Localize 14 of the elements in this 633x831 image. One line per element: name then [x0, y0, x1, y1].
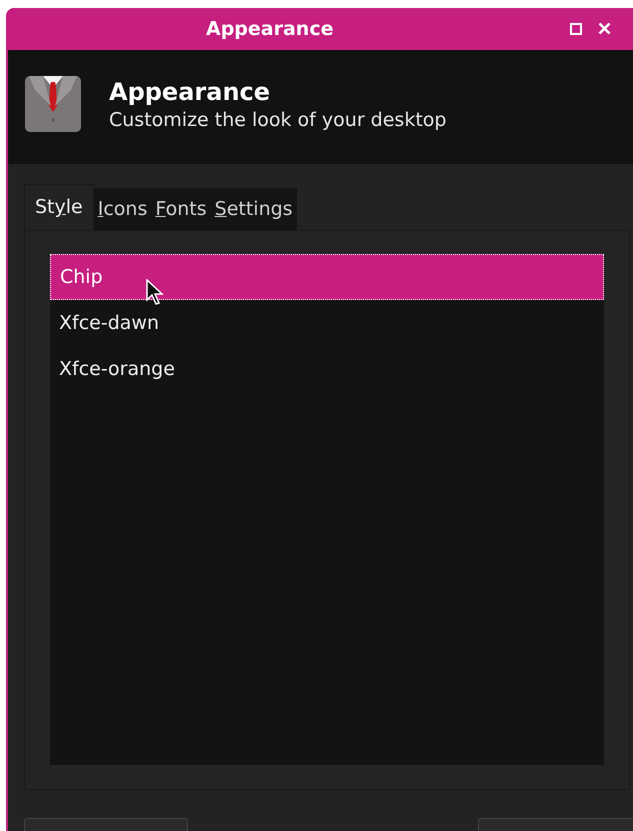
tab[interactable]: Style [24, 184, 94, 230]
header-title: Appearance [109, 76, 272, 108]
list-item[interactable]: Xfce-orange [50, 346, 604, 392]
tab[interactable]: Fonts [151, 188, 211, 230]
suit-icon [25, 76, 81, 132]
close-icon[interactable] [598, 22, 611, 36]
cursor-icon [146, 279, 166, 306]
tab[interactable]: Settings [210, 188, 297, 230]
maximize-icon[interactable] [570, 22, 582, 35]
header-subtitle: Customize the look of your desktop [109, 108, 446, 132]
list-item[interactable]: Chip [50, 254, 604, 300]
tab[interactable]: Icons [94, 188, 152, 230]
list-item[interactable]: Xfce-dawn [50, 300, 604, 346]
window-title: Appearance [206, 16, 334, 42]
